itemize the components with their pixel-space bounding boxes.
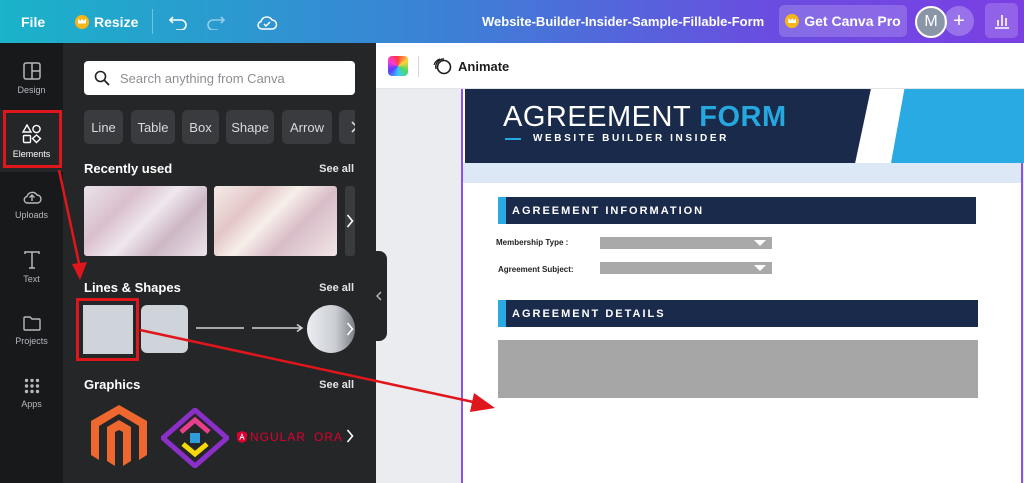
annotation-arrows [57, 169, 495, 412]
